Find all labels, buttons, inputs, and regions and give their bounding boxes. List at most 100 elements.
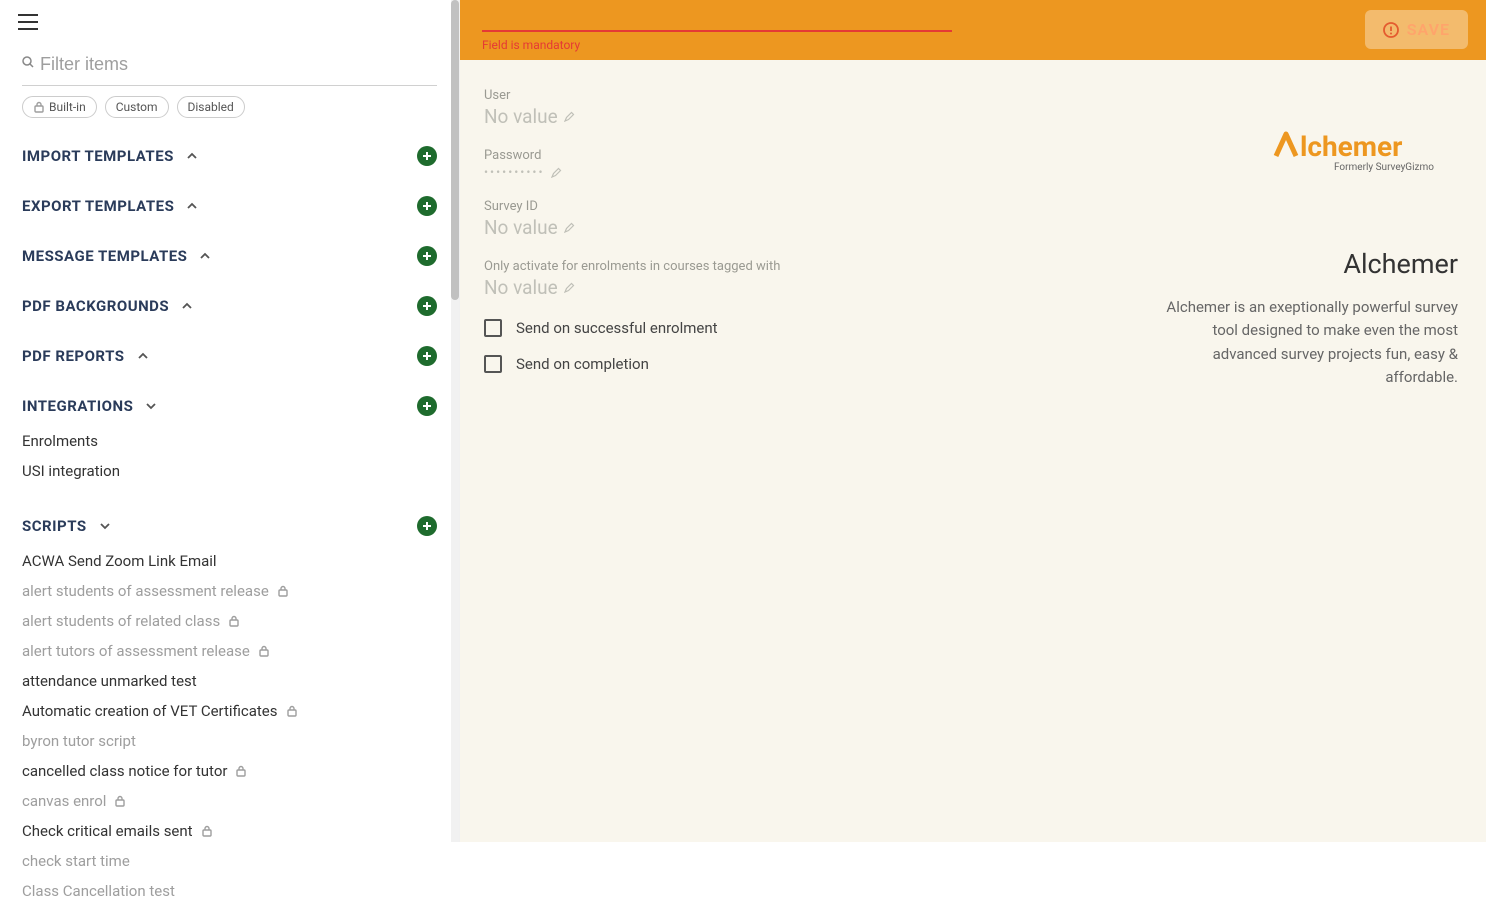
section-import-templates[interactable]: IMPORT TEMPLATES: [22, 146, 437, 166]
add-script-button[interactable]: [417, 516, 437, 536]
lock-icon: [277, 585, 289, 597]
list-item-label: check start time: [22, 852, 130, 870]
list-item-label: attendance unmarked test: [22, 672, 197, 690]
lock-icon: [201, 825, 213, 837]
script-item[interactable]: ACWA Send Zoom Link Email: [22, 546, 437, 576]
pencil-icon: [564, 111, 575, 122]
scrollbar-thumb[interactable]: [451, 0, 459, 300]
section-title: PDF BACKGROUNDS: [22, 297, 169, 315]
value-text: No value: [484, 105, 558, 128]
add-message-button[interactable]: [417, 246, 437, 266]
warning-icon: [1383, 22, 1399, 38]
add-export-button[interactable]: [417, 196, 437, 216]
integration-description: Alchemer is an exeptionally powerful sur…: [1158, 296, 1458, 389]
user-field[interactable]: User No value: [484, 88, 924, 128]
checkbox-send-enrolment[interactable]: Send on successful enrolment: [484, 319, 924, 337]
add-integration-button[interactable]: [417, 396, 437, 416]
list-item-label: ACWA Send Zoom Link Email: [22, 552, 217, 570]
chip-disabled[interactable]: Disabled: [177, 96, 245, 118]
chevron-up-icon: [186, 151, 198, 161]
script-item[interactable]: byron tutor script: [22, 726, 437, 756]
password-field[interactable]: Password ••••••••••: [484, 148, 924, 179]
list-item-label: alert students of assessment release: [22, 582, 269, 600]
checkbox-send-completion[interactable]: Send on completion: [484, 355, 924, 373]
script-item[interactable]: Automatic creation of VET Certificates: [22, 696, 437, 726]
list-item-label: Automatic creation of VET Certificates: [22, 702, 278, 720]
scripts-items: ACWA Send Zoom Link Email alert students …: [22, 546, 437, 906]
script-item[interactable]: check start time: [22, 846, 437, 876]
save-button[interactable]: SAVE: [1365, 10, 1468, 49]
script-item[interactable]: canvas enrol: [22, 786, 437, 816]
chip-custom[interactable]: Custom: [105, 96, 169, 118]
info-column: lchemer Formerly SurveyGizmo Alchemer Al…: [944, 88, 1462, 389]
section-export-templates[interactable]: EXPORT TEMPLATES: [22, 196, 437, 216]
field-value: No value: [484, 105, 924, 128]
section-message-templates[interactable]: MESSAGE TEMPLATES: [22, 246, 437, 266]
sidebar: Built-in Custom Disabled IMPORT TEMPLATE…: [0, 0, 460, 842]
section-title: INTEGRATIONS: [22, 397, 133, 415]
lock-icon: [286, 705, 298, 717]
pencil-icon: [564, 222, 575, 233]
add-pdfbg-button[interactable]: [417, 296, 437, 316]
chevron-down-icon: [99, 521, 111, 531]
list-item-label: cancelled class notice for tutor: [22, 762, 227, 780]
survey-id-field[interactable]: Survey ID No value: [484, 199, 924, 239]
chevron-down-icon: [145, 401, 157, 411]
search-icon: [22, 55, 36, 74]
name-field[interactable]: Field is mandatory: [482, 10, 952, 52]
script-item[interactable]: alert students of related class: [22, 606, 437, 636]
script-item[interactable]: alert tutors of assessment release: [22, 636, 437, 666]
add-import-button[interactable]: [417, 146, 437, 166]
alchemer-logo: lchemer Formerly SurveyGizmo: [1270, 128, 1450, 178]
integration-usi[interactable]: USI integration: [22, 456, 437, 486]
section-integrations[interactable]: INTEGRATIONS: [22, 396, 437, 416]
pencil-icon: [551, 167, 562, 178]
sidebar-scrollbar[interactable]: [451, 0, 459, 842]
value-text: No value: [484, 216, 558, 239]
name-error-text: Field is mandatory: [482, 38, 952, 52]
field-label: Only activate for enrolments in courses …: [484, 259, 924, 274]
section-pdf-backgrounds[interactable]: PDF BACKGROUNDS: [22, 296, 437, 316]
list-item-label: Class Cancellation test: [22, 882, 175, 900]
script-item[interactable]: cancelled class notice for tutor: [22, 756, 437, 786]
field-label: Password: [484, 148, 924, 163]
main-panel: Field is mandatory SAVE User No value Pa…: [460, 0, 1486, 842]
section-list: IMPORT TEMPLATES EXPORT TEMPLATES MESSAG…: [0, 122, 459, 906]
script-item[interactable]: Class Cancellation test: [22, 876, 437, 906]
logo-wordmark: lchemer: [1300, 130, 1402, 163]
toolbar: Field is mandatory SAVE: [460, 0, 1486, 60]
chevron-up-icon: [186, 201, 198, 211]
integration-enrolments[interactable]: Enrolments: [22, 426, 437, 456]
hamburger-icon: [18, 14, 38, 30]
menu-button[interactable]: [0, 0, 459, 36]
section-title: IMPORT TEMPLATES: [22, 147, 174, 165]
name-input-underline: [482, 10, 952, 32]
field-label: User: [484, 88, 924, 103]
filter-chips: Built-in Custom Disabled: [0, 86, 459, 122]
chevron-up-icon: [181, 301, 193, 311]
lock-icon: [258, 645, 270, 657]
script-item[interactable]: alert students of assessment release: [22, 576, 437, 606]
list-item-label: alert tutors of assessment release: [22, 642, 250, 660]
lock-icon: [33, 101, 45, 113]
section-title: PDF REPORTS: [22, 347, 125, 365]
list-item-label: canvas enrol: [22, 792, 106, 810]
section-scripts[interactable]: SCRIPTS: [22, 516, 437, 536]
chevron-up-icon: [137, 351, 149, 361]
list-item-label: USI integration: [22, 462, 120, 480]
field-value: No value: [484, 276, 924, 299]
value-text: No value: [484, 276, 558, 299]
chip-builtin[interactable]: Built-in: [22, 96, 97, 118]
section-pdf-reports[interactable]: PDF REPORTS: [22, 346, 437, 366]
filter-input[interactable]: [36, 48, 437, 81]
tag-filter-field[interactable]: Only activate for enrolments in courses …: [484, 259, 924, 299]
content: User No value Password •••••••••• Survey…: [460, 60, 1486, 417]
logo-tagline: Formerly SurveyGizmo: [1334, 162, 1434, 173]
checkbox[interactable]: [484, 355, 502, 373]
checkbox[interactable]: [484, 319, 502, 337]
script-item[interactable]: attendance unmarked test: [22, 666, 437, 696]
chevron-up-icon: [199, 251, 211, 261]
field-label: Survey ID: [484, 199, 924, 214]
add-pdfreport-button[interactable]: [417, 346, 437, 366]
checkbox-label: Send on successful enrolment: [516, 319, 718, 337]
